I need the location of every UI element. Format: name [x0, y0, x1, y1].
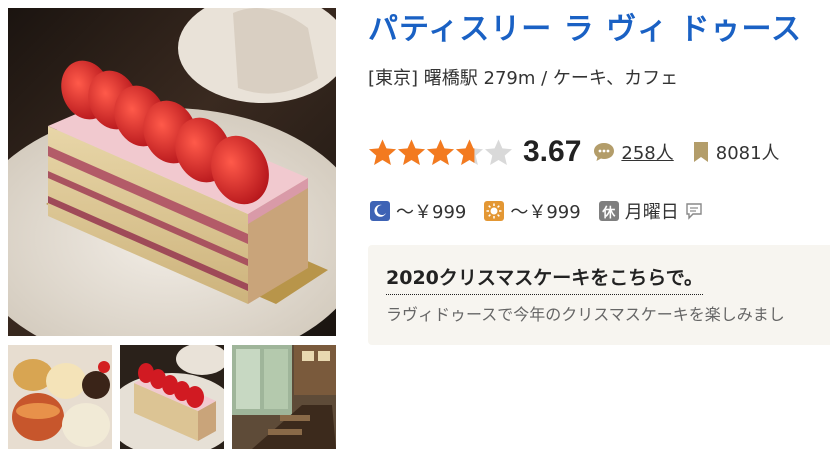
- holiday-text: 月曜日: [624, 202, 679, 223]
- holiday-badge: 休: [598, 201, 619, 221]
- speech-bubble-icon[interactable]: [685, 202, 703, 220]
- bookmark-icon: [693, 142, 708, 162]
- cafe-interior-illustration: [232, 345, 336, 449]
- budget-row: ～￥999 ～￥999 休 月曜日: [370, 197, 703, 225]
- pr-box: 2020クリスマスケーキをこちらで。 ラヴィドゥースで今年のクリスマスケーキを楽…: [368, 245, 830, 345]
- assorted-cakes-illustration: [8, 345, 112, 449]
- lunch-budget: ～￥999: [510, 202, 581, 223]
- thumbnail-strawberry-cake[interactable]: [120, 345, 224, 449]
- main-photo-strawberry-cake[interactable]: [8, 8, 336, 336]
- star-icon: [485, 139, 512, 165]
- star-icon: [456, 139, 483, 165]
- pr-title-link[interactable]: 2020クリスマスケーキをこちらで。: [386, 263, 703, 295]
- shop-name-title[interactable]: パティスリー ラ ヴィ ドゥース: [368, 4, 802, 48]
- star-icon: [369, 139, 396, 165]
- rating-score: 3.67: [523, 135, 582, 168]
- star-icon: [398, 139, 425, 165]
- moon-icon: [370, 201, 390, 221]
- sun-icon: [484, 201, 505, 221]
- thumbnail-assorted-cakes[interactable]: [8, 345, 112, 449]
- pr-text: ラヴィドゥースで今年のクリスマスケーキを楽しみまし: [386, 305, 785, 324]
- area-station-genre: [東京] 曙橋駅 279m / ケーキ、カフェ: [368, 68, 679, 89]
- rating-row: 3.67 258人 8081人: [368, 132, 780, 172]
- cake-illustration: [8, 8, 336, 336]
- bookmark-count: 8081人: [715, 143, 780, 164]
- rating-stars: [368, 138, 513, 167]
- comment-icon: [594, 143, 615, 161]
- thumbnail-cafe-interior[interactable]: [232, 345, 336, 449]
- strawberry-cake-thumb-illustration: [120, 345, 224, 449]
- review-count-link[interactable]: 258人: [621, 139, 673, 165]
- star-icon: [427, 139, 454, 165]
- dinner-budget: ～￥999: [396, 202, 467, 223]
